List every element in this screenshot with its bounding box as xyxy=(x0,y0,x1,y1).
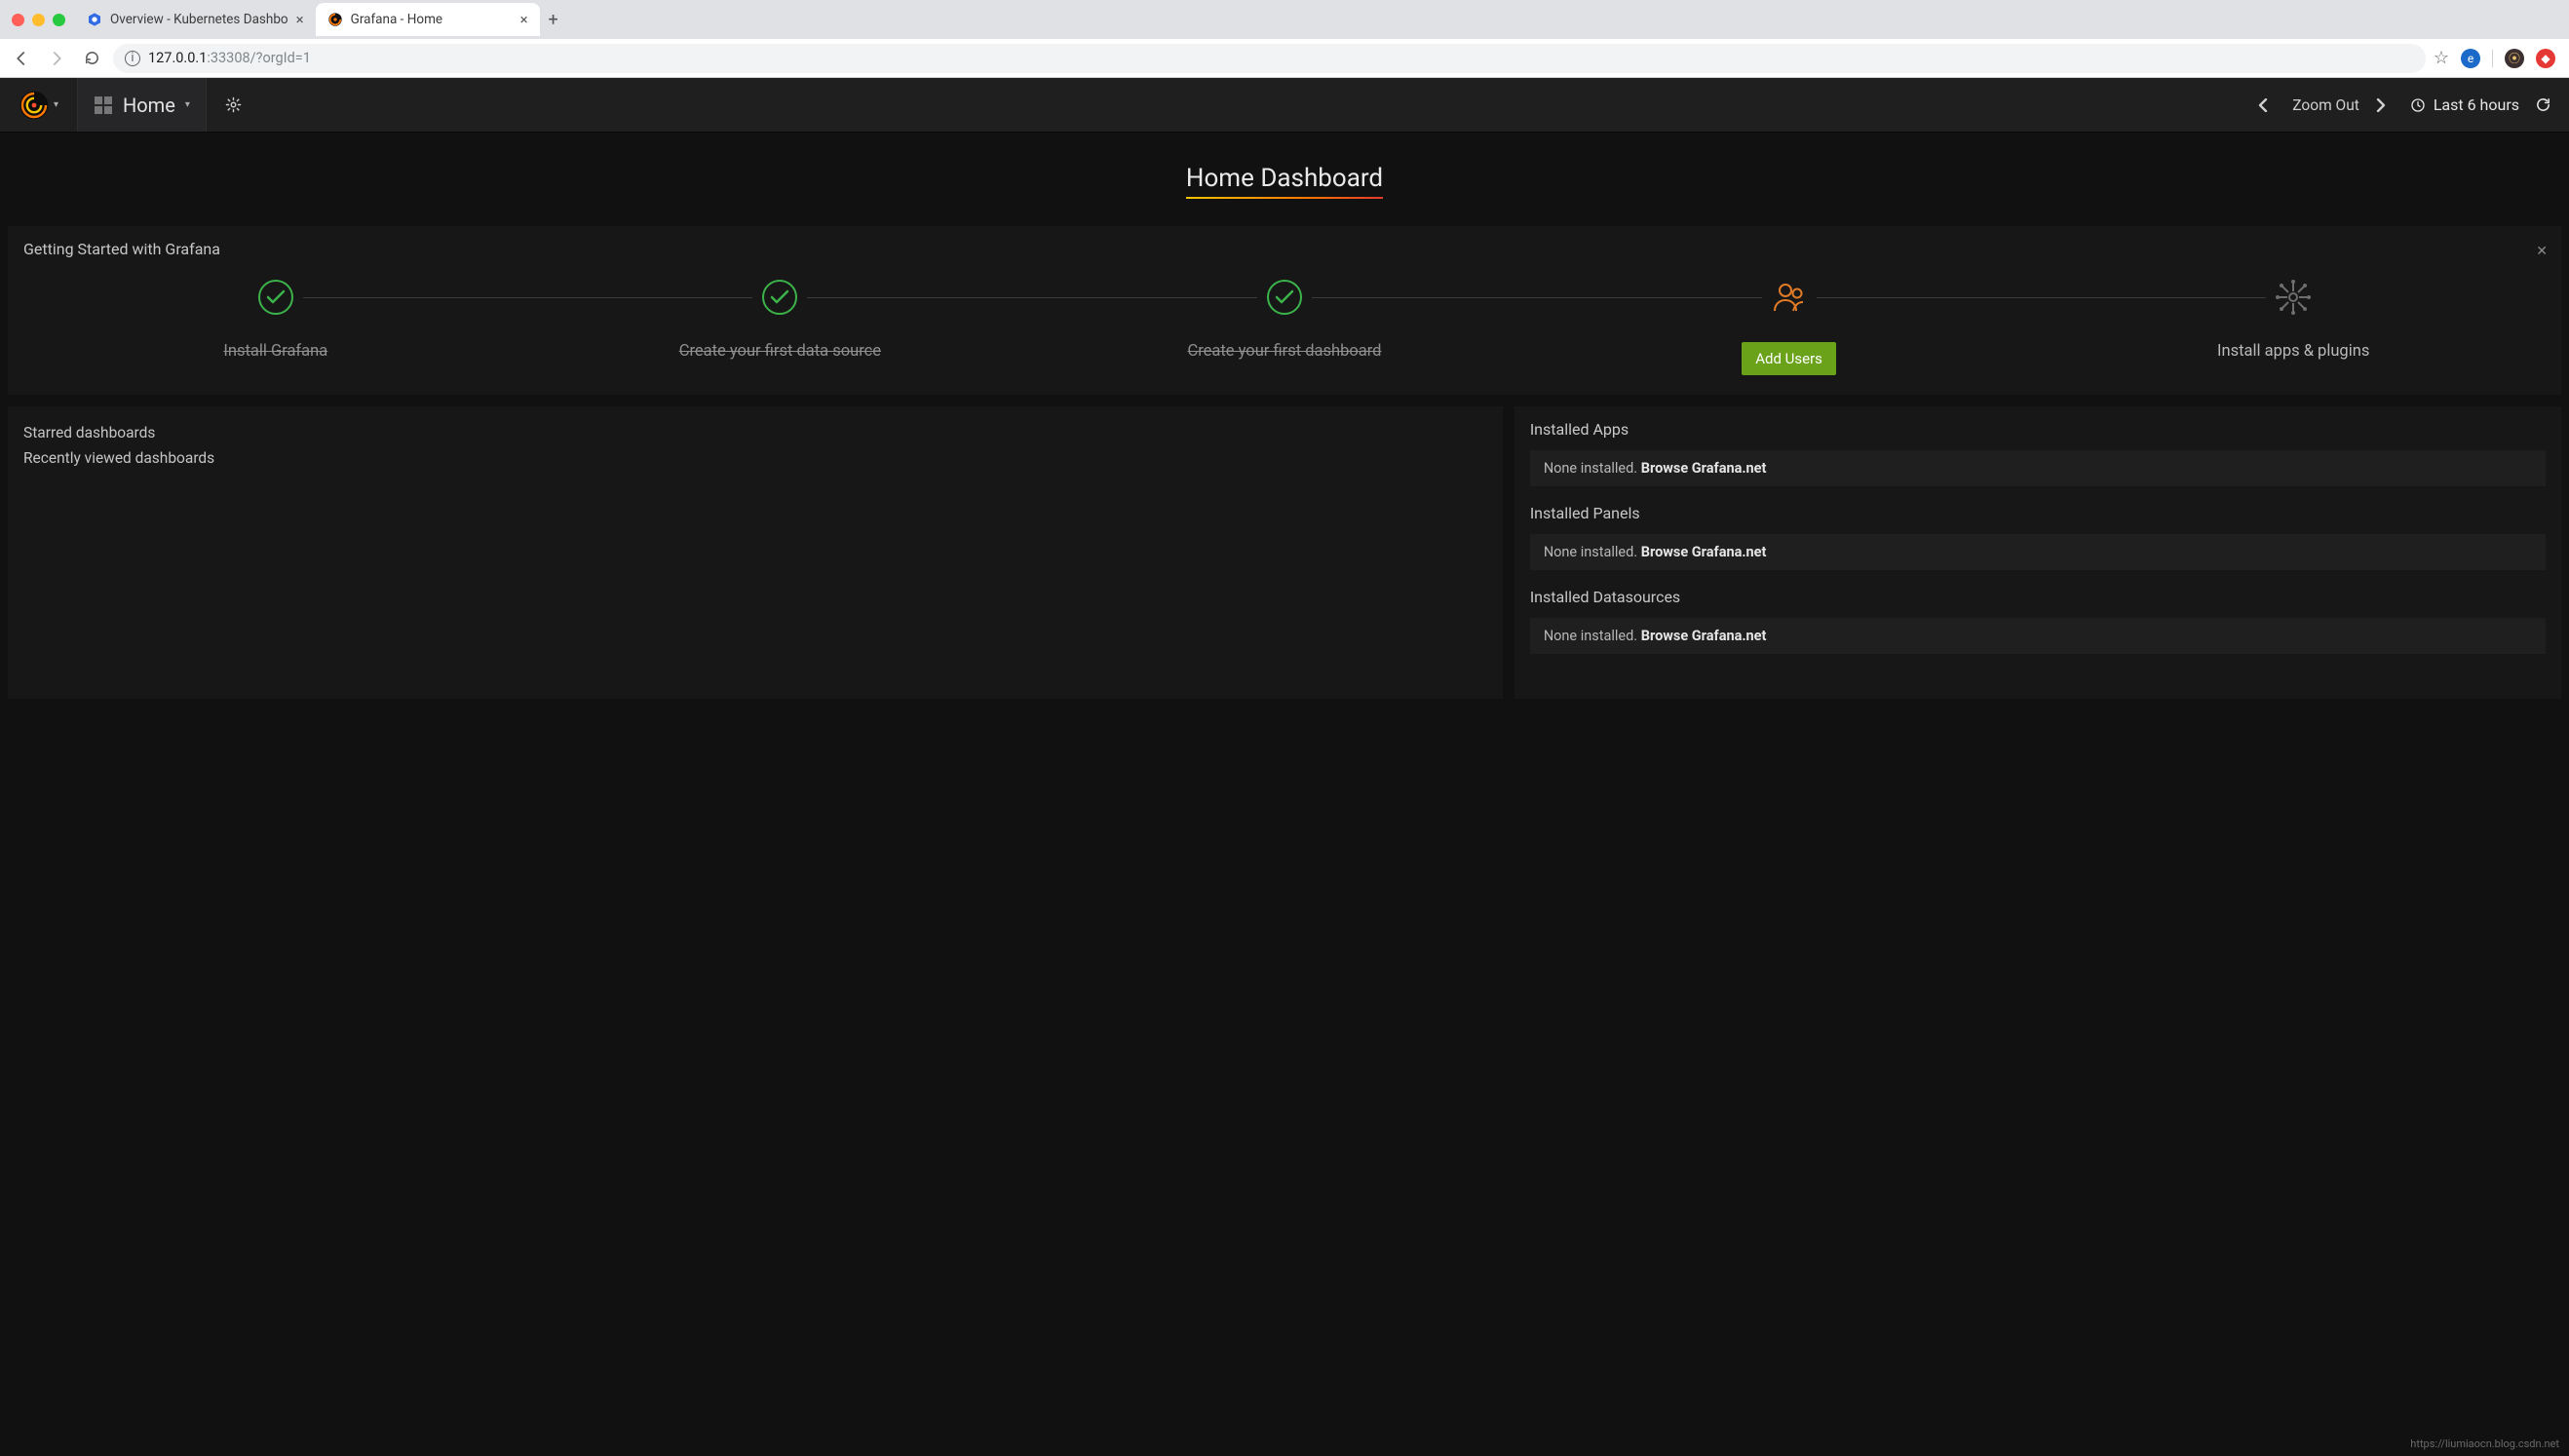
time-range-forward-button[interactable] xyxy=(2375,98,2395,112)
tab-title: Grafana - Home xyxy=(351,12,513,27)
time-range-picker[interactable]: Last 6 hours xyxy=(2410,96,2519,114)
onboarding-step: Create your first data source xyxy=(528,278,1033,361)
mac-fullscreen-button[interactable] xyxy=(53,14,65,26)
installed-panels-row: None installed. Browse Grafana.net xyxy=(1530,534,2546,570)
browser-tab-grafana[interactable]: Grafana - Home × xyxy=(316,3,540,36)
address-bar-right: ☆ e ⦿ ◆ xyxy=(2434,48,2561,68)
browse-grafana-link[interactable]: Browse Grafana.net xyxy=(1641,628,1767,644)
step-label[interactable]: Create your first data source xyxy=(679,342,881,361)
getting-started-panel: Getting Started with Grafana ✕ Install G… xyxy=(8,226,2561,395)
check-icon xyxy=(760,278,799,317)
panel-title: Getting Started with Grafana xyxy=(23,240,2546,258)
mac-window-controls xyxy=(6,14,75,26)
dashboard-picker[interactable]: Home ▾ xyxy=(78,78,207,132)
add-users-button[interactable]: Add Users xyxy=(1742,342,1836,375)
none-installed-text: None installed. xyxy=(1544,628,1641,644)
extension-icon[interactable]: e xyxy=(2461,49,2480,68)
bookmark-star-icon[interactable]: ☆ xyxy=(2434,48,2449,68)
starred-dashboards-header: Starred dashboards xyxy=(23,420,1487,445)
installed-ds-row: None installed. Browse Grafana.net xyxy=(1530,618,2546,654)
back-button[interactable] xyxy=(8,45,35,72)
none-installed-text: None installed. xyxy=(1544,544,1641,560)
installed-panels-header: Installed Panels xyxy=(1530,504,2546,522)
plugins-icon xyxy=(2274,278,2313,317)
step-label[interactable]: Install Grafana xyxy=(223,342,327,361)
dashboards-list-panel: Starred dashboards Recently viewed dashb… xyxy=(8,406,1503,699)
panel-close-button[interactable]: ✕ xyxy=(2536,244,2548,259)
browse-grafana-link[interactable]: Browse Grafana.net xyxy=(1641,460,1767,477)
omnibox[interactable]: i 127.0.0.1:33308/?orgId=1 xyxy=(113,44,2426,73)
installed-apps-header: Installed Apps xyxy=(1530,420,2546,439)
step-label[interactable]: Install apps & plugins xyxy=(2217,342,2369,361)
close-icon[interactable]: × xyxy=(520,11,528,28)
grafana-top-nav: ▾ Home ▾ Zoom Out Last 6 xyxy=(0,78,2569,133)
grafana-content: Home Dashboard Getting Started with Graf… xyxy=(0,133,2569,1456)
onboarding-step: Add Users xyxy=(1537,278,2042,375)
browser-chrome: Overview - Kubernetes Dashbo × Grafana -… xyxy=(0,0,2569,78)
extension-icon[interactable]: ◆ xyxy=(2536,49,2555,68)
grafana-logo-menu[interactable]: ▾ xyxy=(0,78,78,132)
browse-grafana-link[interactable]: Browse Grafana.net xyxy=(1641,544,1767,560)
extension-icon[interactable]: ⦿ xyxy=(2505,49,2524,68)
check-icon xyxy=(1265,278,1304,317)
chevron-down-icon: ▾ xyxy=(54,99,58,110)
installed-apps-row: None installed. Browse Grafana.net xyxy=(1530,450,2546,486)
onboarding-step: Install apps & plugins xyxy=(2041,278,2546,361)
browser-address-bar: i 127.0.0.1:33308/?orgId=1 ☆ e ⦿ ◆ xyxy=(0,39,2569,78)
kubernetes-icon xyxy=(87,12,102,27)
installed-panel: Installed Apps None installed. Browse Gr… xyxy=(1515,406,2561,699)
refresh-button[interactable] xyxy=(2535,96,2551,113)
watermark: https://liumiaocn.blog.csdn.net xyxy=(2410,1437,2559,1450)
zoom-out-button[interactable]: Zoom Out xyxy=(2292,96,2359,114)
reload-button[interactable] xyxy=(78,45,105,72)
url-text: 127.0.0.1:33308/?orgId=1 xyxy=(148,50,311,66)
time-range-label: Last 6 hours xyxy=(2434,96,2519,114)
none-installed-text: None installed. xyxy=(1544,460,1641,477)
step-label[interactable]: Create your first dashboard xyxy=(1187,342,1381,361)
grafana-app: ▾ Home ▾ Zoom Out Last 6 xyxy=(0,78,2569,1456)
divider xyxy=(2492,50,2493,67)
site-info-icon[interactable]: i xyxy=(125,51,140,66)
grafana-icon xyxy=(327,12,343,27)
forward-button[interactable] xyxy=(43,45,70,72)
tab-strip: Overview - Kubernetes Dashbo × Grafana -… xyxy=(0,0,2569,39)
time-range-back-button[interactable] xyxy=(2257,98,2277,112)
dashboard-grid-icon xyxy=(94,96,113,115)
check-icon xyxy=(256,278,295,317)
close-icon[interactable]: × xyxy=(296,11,304,28)
onboarding-step: Create your first dashboard xyxy=(1032,278,1537,361)
users-icon xyxy=(1770,278,1809,317)
mac-close-button[interactable] xyxy=(12,14,24,26)
new-tab-button[interactable]: + xyxy=(540,10,567,30)
grafana-logo-icon xyxy=(19,90,50,121)
breadcrumb-label: Home xyxy=(123,94,175,117)
mac-minimize-button[interactable] xyxy=(32,14,45,26)
chevron-down-icon: ▾ xyxy=(185,99,190,110)
getting-started-steps: Install Grafana Create your first data so… xyxy=(23,272,2546,375)
recent-dashboards-header: Recently viewed dashboards xyxy=(23,445,1487,471)
clock-icon xyxy=(2410,97,2426,113)
installed-datasources-header: Installed Datasources xyxy=(1530,588,2546,606)
dashboard-title: Home Dashboard xyxy=(1186,164,1383,199)
tab-title: Overview - Kubernetes Dashbo xyxy=(110,12,288,27)
onboarding-step: Install Grafana xyxy=(23,278,528,361)
settings-button[interactable] xyxy=(207,78,261,132)
browser-tab-kubernetes[interactable]: Overview - Kubernetes Dashbo × xyxy=(75,3,316,36)
